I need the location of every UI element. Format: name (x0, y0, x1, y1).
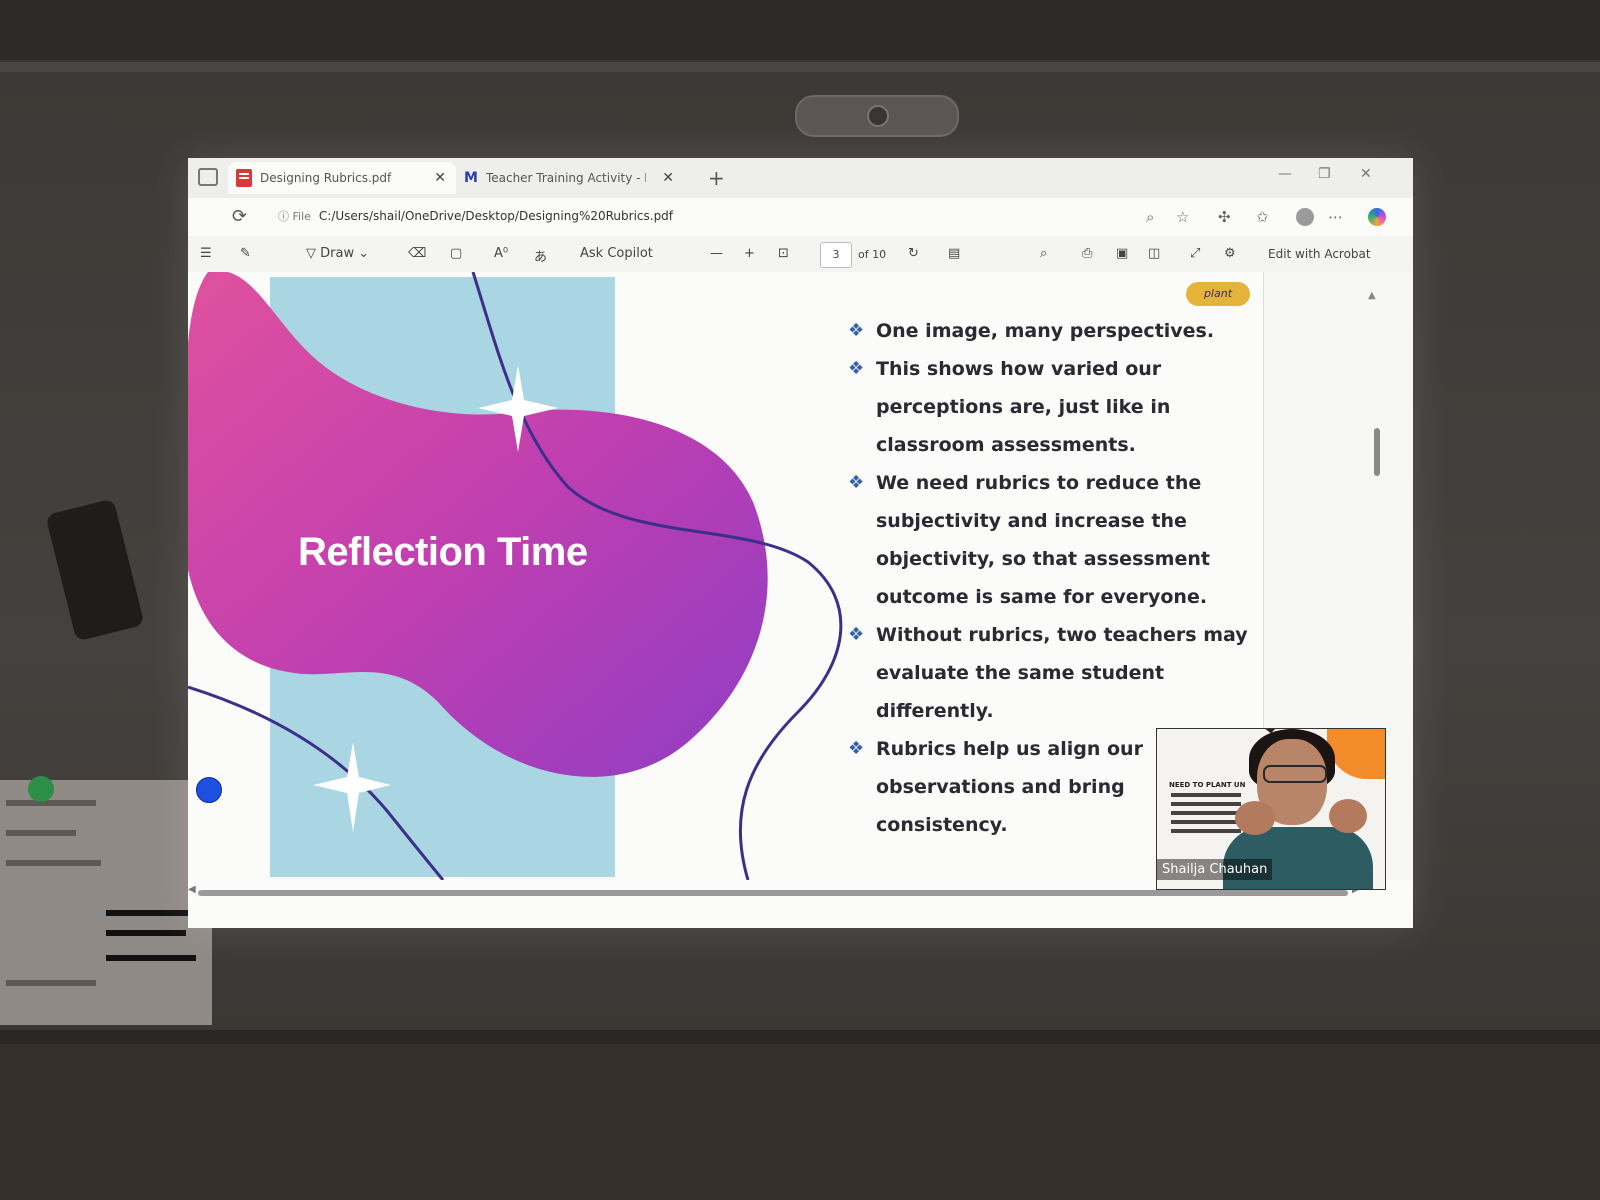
page-view-icon[interactable]: ▤ (948, 246, 960, 261)
save-icon[interactable]: ▣ (1116, 246, 1128, 261)
bullet-glyph-icon: ❖ (848, 738, 865, 759)
close-window-icon[interactable]: ✕ (1360, 166, 1372, 182)
edit-with-acrobat-button[interactable]: Edit with Acrobat (1268, 247, 1371, 261)
participant-hand (1235, 801, 1275, 835)
page-total: of 10 (858, 248, 887, 261)
projected-screen: Designing Rubrics.pdf ✕ M Teacher Traini… (188, 158, 1413, 928)
pdf-page: Reflection Time plant ❖ One image, many p… (188, 272, 1263, 880)
floor (0, 1044, 1600, 1200)
webcam-lens (867, 105, 889, 127)
more-menu-icon[interactable]: ⋯ (1328, 208, 1343, 226)
video-slide-heading: NEED TO PLANT UN (1169, 781, 1246, 789)
eraser-icon[interactable]: ⌫ (408, 246, 426, 261)
draw-button[interactable]: ▽ Draw ⌄ (306, 246, 369, 261)
plant-logo: plant (1186, 282, 1250, 306)
board-bottom-rail (0, 1030, 1600, 1044)
address-bar: ⟳ ⓘ File C:/Users/shail/OneDrive/Desktop… (188, 198, 1413, 236)
mentimeter-icon: M (464, 170, 478, 186)
bullet-glyph-icon: ❖ (848, 358, 865, 379)
vertical-scrollbar-thumb[interactable] (1374, 428, 1380, 476)
settings-gear-icon[interactable]: ⚙ (1224, 246, 1236, 261)
pinned-paper (0, 780, 212, 1025)
copilot-icon[interactable] (1368, 208, 1386, 226)
wall (0, 0, 1600, 60)
ask-copilot-button[interactable]: Ask Copilot (580, 246, 653, 261)
url-text: C:/Users/shail/OneDrive/Desktop/Designin… (318, 209, 674, 223)
fullscreen-icon[interactable]: ⤢ (1190, 246, 1200, 261)
paper-line (6, 800, 96, 806)
highlight-icon[interactable]: ✎ (240, 246, 251, 261)
zoom-icon[interactable]: ⌕ (1146, 208, 1154, 226)
fit-page-icon[interactable]: ⊡ (778, 246, 789, 261)
board-top-rail (0, 62, 1600, 72)
url-field[interactable]: ⓘ File C:/Users/shail/OneDrive/Desktop/D… (268, 204, 1158, 228)
search-icon[interactable]: ⌕ (1040, 246, 1047, 261)
reload-icon[interactable]: ⟳ (232, 206, 247, 227)
pdf-toolbar: ☰ ✎ ▽ Draw ⌄ ⌫ ▢ A⁰ あ Ask Copilot — + ⊡ … (188, 236, 1413, 273)
bullet-item: ❖ We need rubrics to reduce the subjectiv… (848, 464, 1248, 616)
slide-title: Reflection Time (298, 530, 588, 574)
video-participant-tile[interactable]: NEED TO PLANT UN Shailja Chauhan (1156, 728, 1386, 890)
tab-designing-rubrics[interactable]: Designing Rubrics.pdf ✕ (228, 162, 456, 194)
favorite-star-icon[interactable]: ☆ (1176, 208, 1189, 226)
paper-line (6, 980, 96, 986)
glasses-icon (1263, 765, 1327, 783)
paper-line (106, 955, 196, 961)
zoom-out-icon[interactable]: — (710, 246, 723, 261)
green-magnet (28, 776, 54, 802)
profile-avatar[interactable] (1296, 208, 1314, 226)
scroll-left-arrow-icon[interactable]: ◀ (188, 884, 196, 895)
tab-actions-icon[interactable] (198, 168, 218, 186)
text-box-icon[interactable]: ▢ (450, 246, 462, 261)
bullet-item: ❖ One image, many perspectives. (848, 312, 1248, 350)
close-icon[interactable]: ✕ (662, 170, 674, 186)
paper-line (6, 830, 76, 836)
webcam-bar (795, 95, 959, 137)
rotate-icon[interactable]: ↻ (908, 246, 919, 261)
pdf-icon (236, 169, 252, 187)
read-aloud-icon[interactable]: A⁰ (494, 246, 508, 261)
paper-line (106, 930, 186, 936)
scroll-up-arrow-icon[interactable]: ▲ (1368, 290, 1376, 301)
print-icon[interactable]: ⎙ (1082, 246, 1092, 261)
horizontal-scrollbar[interactable] (198, 890, 1348, 896)
restore-icon[interactable]: ❐ (1318, 166, 1331, 182)
file-scheme-chip[interactable]: ⓘ File (278, 208, 311, 224)
contents-icon[interactable]: ☰ (200, 246, 212, 261)
browser-tabbar: Designing Rubrics.pdf ✕ M Teacher Traini… (188, 158, 1413, 198)
tab-teacher-training[interactable]: M Teacher Training Activity - Menti ✕ (456, 162, 684, 194)
tab-title: Teacher Training Activity - Menti (485, 171, 646, 185)
zoom-in-icon[interactable]: + (744, 246, 755, 261)
participant-name: Shailja Chauhan (1157, 859, 1273, 880)
paper-line (6, 860, 101, 866)
extensions-icon[interactable]: ✣ (1218, 208, 1231, 226)
video-slide-lines (1171, 793, 1241, 838)
bullet-glyph-icon: ❖ (848, 320, 865, 341)
bullet-item: ❖ Rubrics help us align our observations … (848, 730, 1166, 844)
tab-title: Designing Rubrics.pdf (260, 171, 392, 185)
new-tab-icon[interactable]: + (708, 166, 725, 190)
favorites-icon[interactable]: ✩ (1256, 208, 1269, 226)
bullet-glyph-icon: ❖ (848, 472, 865, 493)
paper-line (106, 910, 196, 916)
blue-magnet (196, 777, 222, 803)
slide-orange-shape (1327, 729, 1385, 779)
bullet-glyph-icon: ❖ (848, 624, 865, 645)
save-as-icon[interactable]: ◫ (1148, 246, 1160, 261)
bullet-item: ❖ Without rubrics, two teachers may evalu… (848, 616, 1248, 730)
minimize-icon[interactable]: — (1278, 166, 1292, 182)
bullet-item: ❖ This shows how varied our perceptions a… (848, 350, 1248, 464)
participant-hand (1329, 799, 1367, 833)
close-icon[interactable]: ✕ (434, 170, 446, 186)
page-number-input[interactable]: 3 (820, 242, 852, 268)
translate-icon[interactable]: あ (534, 246, 547, 265)
